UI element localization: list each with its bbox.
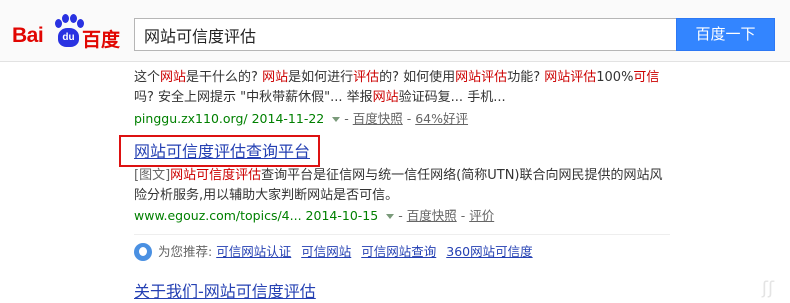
watermark-icon: ʃʃ xyxy=(761,278,774,299)
recommend-link[interactable]: 可信网站查询 xyxy=(361,241,436,263)
highlight-term: 网站可信度评估 xyxy=(170,168,262,183)
recommend-link[interactable]: 可信网站认证 xyxy=(216,241,291,263)
highlight-term: 可信 xyxy=(633,70,660,85)
chevron-down-icon[interactable] xyxy=(386,214,395,219)
result-meta: pinggu.zx110.org/ 2014-11-22 - 百度快照 - 64… xyxy=(134,111,469,126)
search-button[interactable]: 百度一下 xyxy=(676,18,775,51)
search-result-2: 网站可信度评估查询平台 [图文]网站可信度评估查询平台是征信网与统一信任网络(简… xyxy=(134,141,674,226)
abstract-text: 吗? 安全上网提示 "中秋带薪休假"... 举报 xyxy=(134,90,373,105)
rating-link[interactable]: 64%好评 xyxy=(415,111,468,126)
recommend-link[interactable]: 360网站可信度 xyxy=(446,241,532,263)
highlight-term: 网站 xyxy=(372,90,399,105)
result-url[interactable]: www.egouz.com/topics/4... xyxy=(134,208,302,223)
result-meta: www.egouz.com/topics/4... 2014-10-15 - 百… xyxy=(134,208,495,223)
highlight-term: 网站评估 xyxy=(455,70,508,85)
result-date: 2014-10-15 xyxy=(305,208,379,223)
highlight-term: 网站评估 xyxy=(544,70,597,85)
header-bar: Bai du 百度 百度一下 xyxy=(0,0,790,62)
search-result-3: 关于我们-网站可信度评估 xyxy=(134,281,674,303)
chevron-down-icon[interactable] xyxy=(332,117,341,122)
recommend-icon xyxy=(134,243,152,261)
divider xyxy=(134,234,670,235)
highlight-term: 网站 xyxy=(262,70,289,85)
review-link[interactable]: 评价 xyxy=(469,208,494,223)
abstract-text: 功能? xyxy=(507,70,545,85)
result-abstract: [图文]网站可信度评估查询平台是征信网与统一信任网络(简称UTN)联合向网民提供… xyxy=(134,166,674,206)
result-url[interactable]: pinggu.zx110.org/ xyxy=(134,111,248,126)
search-result-1: 这个网站是干什么的? 网站是如何进行评估的? 如何使用网站评估功能? 网站评估1… xyxy=(134,68,674,129)
recommend-bar: 为您推荐: 可信网站认证 可信网站 可信网站查询 360网站可信度 xyxy=(134,241,533,263)
image-text-tag: [图文] xyxy=(134,168,171,183)
logo-text-du: du xyxy=(58,28,79,47)
abstract-text: 这个 xyxy=(134,70,161,85)
result-title-link[interactable]: 关于我们-网站可信度评估 xyxy=(134,282,316,301)
highlight-term: 网站 xyxy=(160,70,187,85)
abstract-text: 是如何进行 xyxy=(288,70,354,85)
logo-text-cn: 百度 xyxy=(82,29,121,51)
recommend-link[interactable]: 可信网站 xyxy=(301,241,351,263)
recommend-label: 为您推荐: xyxy=(158,244,213,259)
abstract-text: 100% xyxy=(596,70,634,85)
abstract-text: 的? 如何使用 xyxy=(379,70,456,85)
logo-text-bai: Bai xyxy=(12,24,44,47)
search-box xyxy=(134,18,676,51)
search-input[interactable] xyxy=(135,19,676,50)
result-abstract: 这个网站是干什么的? 网站是如何进行评估的? 如何使用网站评估功能? 网站评估1… xyxy=(134,68,674,108)
result-date: 2014-11-22 xyxy=(251,111,325,126)
abstract-text: 是干什么的? xyxy=(186,70,263,85)
paw-icon: du xyxy=(51,14,85,48)
abstract-text: 验证码复... 手机... xyxy=(398,90,506,105)
cache-link[interactable]: 百度快照 xyxy=(353,111,403,126)
cache-link[interactable]: 百度快照 xyxy=(407,208,457,223)
result-title-link[interactable]: 网站可信度评估查询平台 xyxy=(134,142,310,161)
baidu-logo[interactable]: Bai du 百度 xyxy=(12,12,124,52)
highlight-term: 评估 xyxy=(353,70,380,85)
